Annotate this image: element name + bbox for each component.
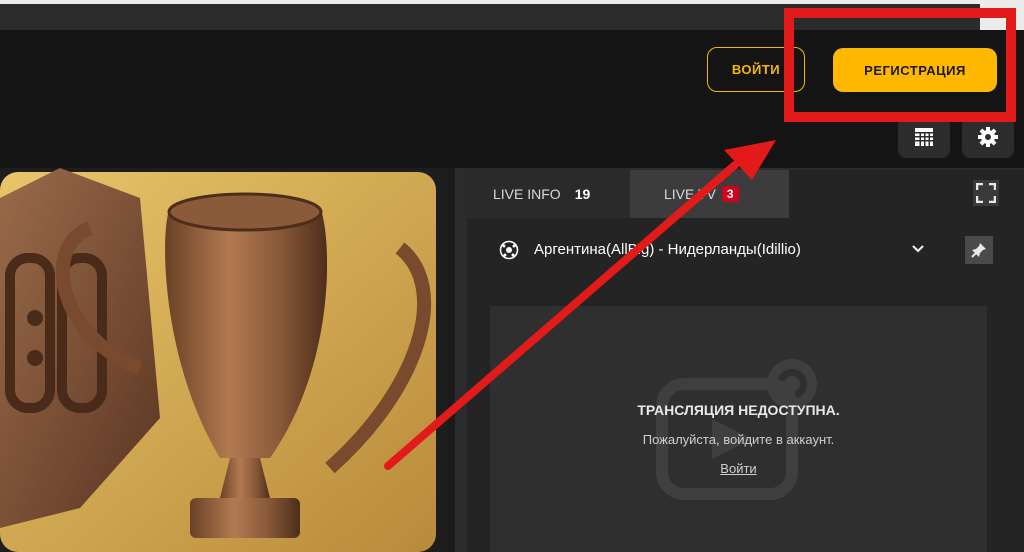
annotation-arrow [384, 140, 776, 470]
